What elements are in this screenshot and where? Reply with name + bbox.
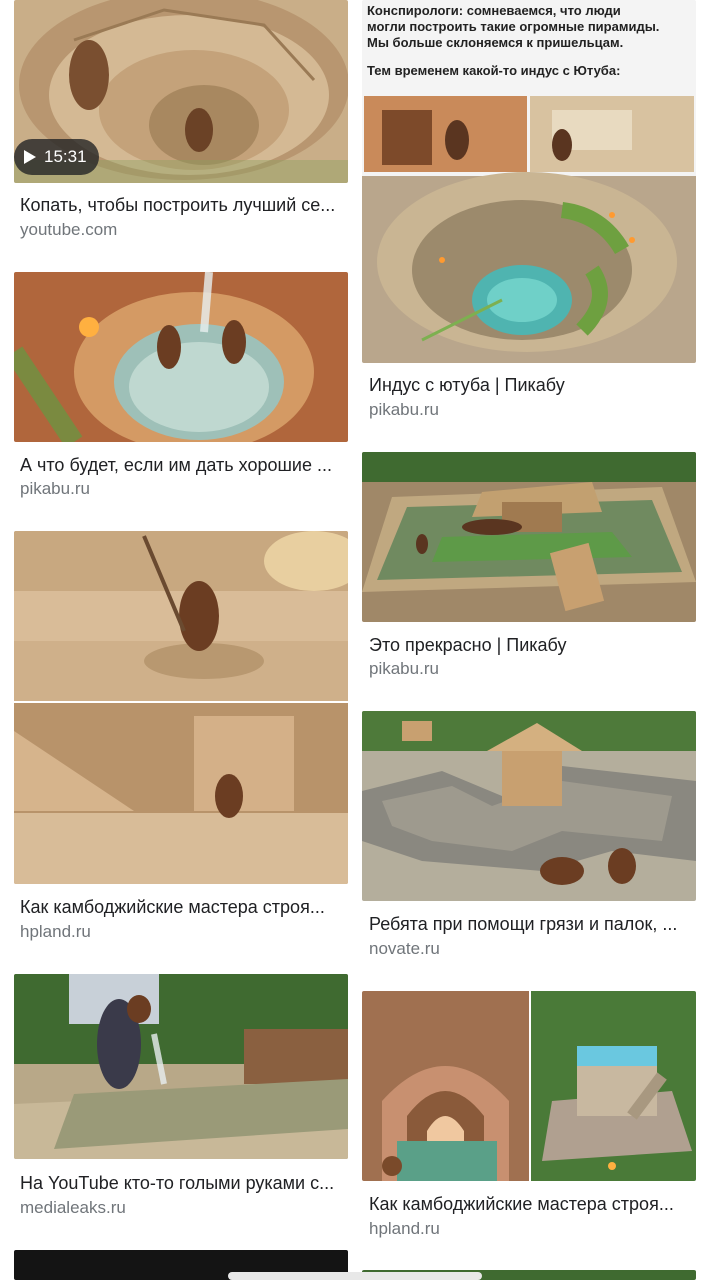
result-source: pikabu.ru bbox=[369, 659, 439, 678]
result-thumbnail[interactable] bbox=[14, 974, 348, 1159]
image-result-card[interactable]: Конспирологи: сомневаемся, что люди могл… bbox=[355, 0, 710, 440]
result-source: hpland.ru bbox=[20, 922, 91, 941]
result-title[interactable]: На YouTube кто-то голыми руками с... bbox=[20, 1172, 345, 1194]
result-thumbnail[interactable] bbox=[14, 272, 348, 442]
result-title[interactable]: А что будет, если им дать хорошие ... bbox=[20, 454, 345, 476]
result-source: hpland.ru bbox=[369, 1219, 440, 1238]
meme-caption: Конспирологи: сомневаемся, что люди могл… bbox=[367, 3, 660, 78]
result-thumbnail[interactable] bbox=[362, 452, 696, 622]
image-result-card[interactable]: А что будет, если им дать хорошие ... pi… bbox=[0, 272, 355, 512]
play-icon bbox=[24, 150, 36, 164]
result-source: novate.ru bbox=[369, 939, 440, 958]
image-result-card[interactable]: Это прекрасно | Пикабу pikabu.ru bbox=[355, 452, 710, 692]
result-source: youtube.com bbox=[20, 220, 118, 239]
image-results-grid: 15:31 Копать, чтобы построить лучший се.… bbox=[0, 0, 710, 1280]
result-thumbnail[interactable] bbox=[362, 711, 696, 901]
result-source: medialeaks.ru bbox=[20, 1198, 126, 1217]
result-title[interactable]: Это прекрасно | Пикабу bbox=[369, 634, 694, 656]
result-title[interactable]: Как камбоджийские мастера строя... bbox=[20, 896, 345, 918]
result-title[interactable]: Как камбоджийские мастера строя... bbox=[369, 1193, 694, 1215]
image-result-card[interactable]: На YouTube кто-то голыми руками с... med… bbox=[0, 974, 355, 1234]
result-thumbnail[interactable] bbox=[362, 991, 696, 1181]
image-result-card[interactable]: Как камбоджийские мастера строя... hplan… bbox=[0, 531, 355, 951]
result-source: pikabu.ru bbox=[369, 400, 439, 419]
result-title[interactable]: Ребята при помощи грязи и палок, ... bbox=[369, 913, 694, 935]
result-title[interactable]: Индус с ютуба | Пикабу bbox=[369, 374, 694, 396]
result-source: pikabu.ru bbox=[20, 479, 90, 498]
result-title[interactable]: Копать, чтобы построить лучший се... bbox=[20, 194, 345, 216]
image-result-card[interactable]: 15:31 Копать, чтобы построить лучший се.… bbox=[0, 0, 355, 260]
image-result-card[interactable]: Как камбоджийские мастера строя... hplan… bbox=[355, 991, 710, 1241]
image-result-card[interactable]: Ребята при помощи грязи и палок, ... nov… bbox=[355, 711, 710, 971]
result-thumbnail[interactable] bbox=[14, 531, 348, 884]
home-indicator[interactable] bbox=[228, 1272, 482, 1280]
video-duration-badge: 15:31 bbox=[14, 139, 99, 175]
